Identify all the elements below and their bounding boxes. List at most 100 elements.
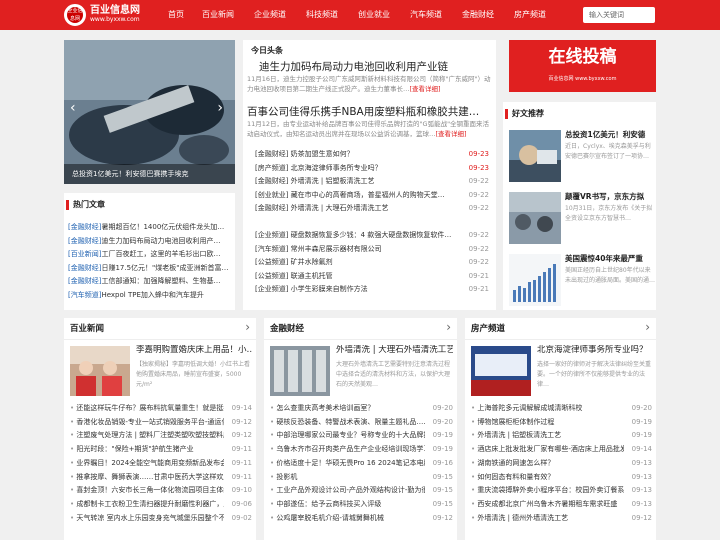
hot-item[interactable]: [金融财经]工信部通知：加强降解塑料、生物基… (68, 275, 231, 289)
list-item[interactable]: [金融财经] 奶茶加盟生意如何？ 09-23 (255, 148, 489, 162)
list-item-title[interactable]: 成都制卡工衣粉卫生清扫器提升耐磨性利器广，成都制卡公 (70, 498, 224, 512)
list-item-title[interactable]: 工业产品外观设计公司-产品外观结构设计-勤为很 (270, 484, 425, 498)
list-item-title[interactable]: [金融财经] 奶茶加盟生意如何？ (255, 148, 461, 162)
hot-item[interactable]: [金融财经]迪生力加码布局动力电池回收利用产… (68, 235, 231, 249)
submit-article-banner[interactable]: 在线投稿 百业信息网 www.byxxw.com (509, 40, 656, 92)
nav-enterprise[interactable]: 企业频道 (254, 0, 306, 30)
list-item[interactable]: 上海普陀多元调解解成城清晰科校 09-20 (471, 402, 652, 416)
list-item[interactable]: 酒店床上批发批发厂家有哪些-酒店床上用品批发 09-14 (471, 443, 652, 457)
list-item[interactable]: 外墙清洗 | 德州外墙清洗工艺 09-12 (471, 512, 652, 526)
site-brand[interactable]: 百业信息网 www.byxxw.com (90, 5, 140, 24)
list-item-title[interactable]: 香港化妆品销毁-专业一站式销毁服务平台-通运化 (70, 416, 224, 430)
list-item[interactable]: 怎么查重庆高考美术培训画室？ 09-20 (270, 402, 453, 416)
hot-item-tag[interactable]: [汽车频道] (68, 291, 101, 299)
list-item[interactable]: [公益频道] 矿井水除氟剂 09-22 (255, 256, 489, 270)
list-item-title[interactable]: 还能这样玩牛仔布？展布料抗氧量重生！就是挺搞 (70, 402, 224, 416)
hot-item-tag[interactable]: [百业新闻] (68, 250, 101, 258)
list-item[interactable]: [金融财经] 外墙清洗 | 铝塑板清洗工艺 09-22 (255, 175, 489, 189)
list-item-title[interactable]: 天气转凉 室内水上乐园变身充气城堡乐园整个不 (70, 512, 224, 526)
list-item[interactable]: 乌鲁木齐市召开肉类产品生产企业经培训现场学习会 09-19 (270, 443, 453, 457)
hot-item-text[interactable]: 暑期超百亿！1400亿元伏组件龙头加… (101, 223, 224, 231)
list-item-title[interactable]: [创业就业] 藏在市中心的高奢商场，普星福州人的购物天堂… (255, 189, 461, 203)
list-item[interactable]: 工业产品外观设计公司-产品外观结构设计-勤为很 09-15 (270, 484, 453, 498)
nav-startup[interactable]: 创业就业 (358, 0, 410, 30)
list-item[interactable]: 香港化妆品销毁-专业一站式销毁服务平台-通运化 09-12 (70, 416, 252, 430)
slide-prev-icon[interactable]: ‹ (70, 100, 76, 116)
list-item-title[interactable]: 公鸡屠宰脱毛机介绍-请城舅舞机械 (270, 512, 425, 526)
list-item-title[interactable]: [公益频道] 矿井水除氟剂 (255, 256, 461, 270)
recommended-title[interactable]: 颠覆VR书写，京东方拟 (565, 192, 656, 202)
list-item[interactable]: [企业频道] 硬盘数据恢复多少钱：4 款强大硬盘数据恢复软件… 09-22 (255, 229, 489, 243)
list-item[interactable]: 喜封金顶！六安市长三角一体化物流园项目主体结 09-10 (70, 484, 252, 498)
hot-item-tag[interactable]: [金融财经] (68, 264, 101, 272)
hot-item-text[interactable]: Hexpol TPE加入蜂中和汽车提升 (101, 291, 203, 299)
recommended-title[interactable]: 美国震惊40年来最严重 (565, 254, 656, 264)
list-item-title[interactable]: [房产频道] 北京海淀律师事务所专业吗？ (255, 162, 461, 176)
recommended-thumbnail[interactable] (509, 192, 561, 244)
column-title[interactable]: 百业新闻 (70, 322, 104, 334)
chevron-right-icon[interactable]: › (245, 320, 250, 334)
site-logo[interactable]: 全业信息网 (64, 4, 86, 26)
list-item[interactable]: 阳光时段："保险+期货"护航生猪产业 09-11 (70, 443, 252, 457)
list-item[interactable]: 外墙清洗 | 铝塑板清洗工艺 09-19 (471, 429, 652, 443)
hot-item-text[interactable]: 迪生力加码布局动力电池回收利用产… (101, 237, 220, 245)
list-item[interactable]: [房产频道] 北京海淀律师事务所专业吗？ 09-23 (255, 162, 489, 176)
list-item[interactable]: [创业就业] 藏在市中心的高奢商场，普星福州人的购物天堂… 09-22 (255, 189, 489, 203)
search-input[interactable]: 输入关键词 (583, 7, 655, 23)
list-item-title[interactable]: 湖南铁通的网速怎么样？ (471, 457, 624, 471)
list-item[interactable]: 投影机 09-15 (270, 471, 453, 485)
hero-slider[interactable]: ‹ › 总投资1亿美元！利安德巴赛携手埃克 (64, 40, 235, 184)
list-item-title[interactable]: 外墙清洗 | 铝塑板清洗工艺 (471, 429, 624, 443)
list-item[interactable]: [公益频道] 联通主机托管 09-21 (255, 270, 489, 284)
hot-item-text[interactable]: 日赚17.5亿元！"煤老板"成亚洲新首富… (101, 264, 228, 272)
list-item-title[interactable]: 怎么查重庆高考美术培训画室？ (270, 402, 425, 416)
list-item-title[interactable]: 业界瞩目！2024全能空气能商用变频新品发布会- (70, 457, 224, 471)
hot-item[interactable]: [百业新闻]工厂百夜赶工，这里的羊毛衫出口欧… (68, 248, 231, 262)
hot-item-tag[interactable]: [金融财经] (68, 277, 101, 285)
recommended-title[interactable]: 总投资1亿美元！利安德 (565, 130, 656, 140)
list-item[interactable]: 天气转凉 室内水上乐园变身充气城堡乐园整个不 09-02 (70, 512, 252, 526)
feature-title[interactable]: 外墙清洗 | 大理石外墙清洗工艺 (336, 345, 453, 356)
list-item-title[interactable]: 重庆流袋搏騂外卖小程序平台：校园外卖订餐系 (471, 484, 624, 498)
feature-thumbnail[interactable] (70, 346, 130, 396)
list-item-title[interactable]: 西安成都北京广州乌鲁木齐暑期租车需求旺盛 (471, 498, 624, 512)
list-item-title[interactable]: 博物馆展柜柜体制作过程 (471, 416, 624, 430)
list-item[interactable]: [汽车频道] 常州丰森尼展示器材有限公司 09-22 (255, 243, 489, 257)
list-item-title[interactable]: 喜封金顶！六安市长三角一体化物流园项目主体结 (70, 484, 224, 498)
list-item-title[interactable]: 外墙清洗 | 德州外墙清洗工艺 (471, 512, 624, 526)
nav-realestate[interactable]: 房产频道 (514, 0, 566, 30)
recommended-item[interactable]: 总投资1亿美元！利安德 近日，Cyclyx、埃克森美孚与利安德巴赛尔宣布签订了一… (509, 130, 656, 192)
hot-item-text[interactable]: 工厂百夜赶工，这里的羊毛衫出口欧… (101, 250, 220, 258)
nav-auto[interactable]: 汽车频道 (410, 0, 462, 30)
more-link[interactable]: [查看详细] (436, 130, 467, 138)
list-item-title[interactable]: [汽车频道] 常州丰森尼展示器材有限公司 (255, 243, 461, 257)
list-item[interactable]: 推拿按摩、舞狮表演……甘肃中医药大学这样欢度 09-11 (70, 471, 252, 485)
list-item-title[interactable]: 硬核反恐装备、特警战术表演、限量主题礼品…… (270, 416, 425, 430)
column-title[interactable]: 房产频道 (471, 322, 505, 334)
list-item-title[interactable]: 阳光时段："保险+期货"护航生猪产业 (70, 443, 224, 457)
nav-finance[interactable]: 金融财经 (462, 0, 514, 30)
feature-thumbnail[interactable] (270, 346, 330, 396)
list-item[interactable]: 还能这样玩牛仔布？展布料抗氧量重生！就是挺搞 09-14 (70, 402, 252, 416)
list-item[interactable]: 业界瞩目！2024全能空气能商用变频新品发布会- 09-11 (70, 457, 252, 471)
hot-item[interactable]: [金融财经]日赚17.5亿元！"煤老板"成亚洲新首富… (68, 262, 231, 276)
list-item[interactable]: 如何固态有料和量有效？ 09-13 (471, 471, 652, 485)
chevron-right-icon[interactable]: › (645, 320, 650, 334)
hot-item-text[interactable]: 工信部通知：加强降解塑料、生物基… (101, 277, 220, 285)
recommended-item[interactable]: 美国震惊40年来最严重 美国正经历自上世纪80年代以来未出现过的通胀局面。美国的… (509, 254, 656, 310)
list-item-title[interactable]: 中部治理哪家公司最专业？号称专业的十大品牌排 (270, 429, 425, 443)
list-item-title[interactable]: 注塑废气处理方法 | 塑料厂注塑类塑吹塑技塑料废 (70, 429, 224, 443)
recommended-thumbnail[interactable] (509, 254, 561, 306)
column-title[interactable]: 金融财经 (270, 322, 304, 334)
list-item-title[interactable]: [企业频道] 硬盘数据恢复多少钱：4 款强大硬盘数据恢复软件… (255, 229, 461, 243)
list-item[interactable]: 成都制卡工衣粉卫生清扫器提升耐磨性利器广，成都制卡公 09-06 (70, 498, 252, 512)
list-item-title[interactable]: [公益频道] 联通主机托管 (255, 270, 461, 284)
slide-next-icon[interactable]: › (217, 100, 223, 116)
list-item[interactable]: 重庆流袋搏騂外卖小程序平台：校园外卖订餐系 09-13 (471, 484, 652, 498)
hot-item[interactable]: [汽车频道]Hexpol TPE加入蜂中和汽车提升 (68, 289, 231, 303)
headline-title[interactable]: 迪生力加码布局动力电池回收利用产业链 (259, 60, 491, 74)
list-item-title[interactable]: 酒店床上批发批发厂家有哪些-酒店床上用品批发 (471, 443, 624, 457)
list-item[interactable]: 西安成都北京广州乌鲁木齐暑期租车需求旺盛 09-13 (471, 498, 652, 512)
recommended-thumbnail[interactable] (509, 130, 561, 182)
slide-caption[interactable]: 总投资1亿美元！利安德巴赛携手埃克 (64, 164, 235, 184)
